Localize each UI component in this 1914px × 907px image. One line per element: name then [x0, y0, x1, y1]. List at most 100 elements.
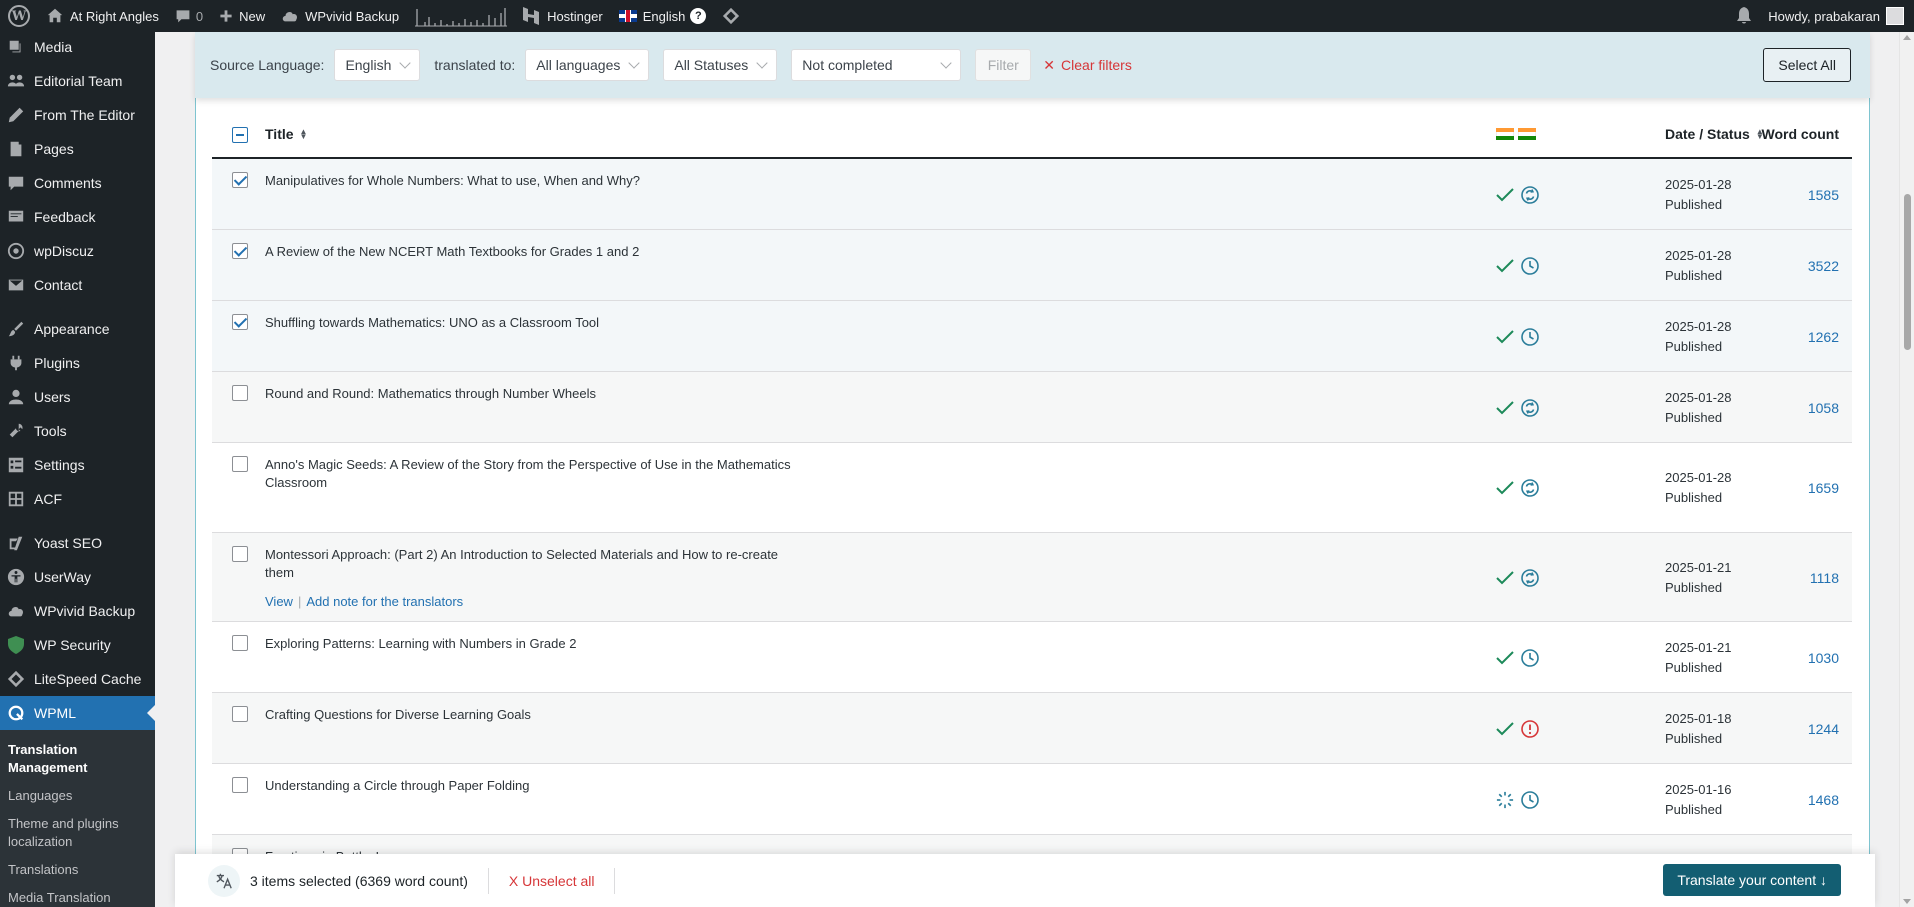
site-name-menu[interactable]: At Right Angles: [38, 0, 167, 32]
needs-update-icon[interactable]: [1520, 568, 1540, 588]
menu-wpml[interactable]: WPML: [0, 696, 155, 730]
submenu-translation-management[interactable]: Translation Management: [0, 736, 155, 782]
word-count[interactable]: 1118: [1810, 570, 1839, 586]
menu-plugins[interactable]: Plugins: [0, 346, 155, 380]
submenu-theme-plugins-localization[interactable]: Theme and plugins localization: [0, 810, 155, 856]
hostinger-menu[interactable]: Hostinger: [515, 0, 611, 32]
filter-button[interactable]: Filter: [975, 49, 1032, 81]
row-checkbox[interactable]: [232, 456, 248, 472]
needs-update-icon[interactable]: [1520, 478, 1540, 498]
chevron-down-icon: [399, 57, 412, 69]
title-column-header[interactable]: Title ▲ ▼: [265, 126, 307, 142]
menu-editorial-team[interactable]: Editorial Team: [0, 64, 155, 98]
word-count[interactable]: 1030: [1808, 650, 1839, 666]
menu-yoast-seo[interactable]: Yoast SEO: [0, 526, 155, 560]
menu-feedback[interactable]: Feedback: [0, 200, 155, 234]
submenu-languages[interactable]: Languages: [0, 782, 155, 810]
row-checkbox[interactable]: [232, 172, 248, 188]
page-scrollbar[interactable]: [1899, 32, 1914, 907]
word-count[interactable]: 1262: [1808, 329, 1839, 345]
stats-sparkline[interactable]: [407, 0, 515, 32]
menu-wpvivid-backup[interactable]: WPvivid Backup: [0, 594, 155, 628]
status-select[interactable]: All Statuses: [663, 49, 778, 81]
row-checkbox[interactable]: [232, 243, 248, 259]
row-checkbox[interactable]: [232, 385, 248, 401]
menu-litespeed-cache[interactable]: LiteSpeed Cache: [0, 662, 155, 696]
help-icon[interactable]: ?: [690, 8, 707, 24]
site-name: At Right Angles: [70, 8, 159, 24]
scroll-up-arrow-icon[interactable]: [1903, 35, 1911, 40]
diamond-menu[interactable]: [714, 0, 748, 32]
submenu-media-translation[interactable]: Media Translation: [0, 884, 155, 907]
comments-menu[interactable]: 0: [167, 0, 211, 32]
row-checkbox[interactable]: [232, 546, 248, 562]
menu-tools[interactable]: Tools: [0, 414, 155, 448]
needs-update-icon[interactable]: [1520, 398, 1540, 418]
admin-bar: W At Right Angles 0 New WPvivid Backup H…: [0, 0, 1914, 32]
row-checkbox[interactable]: [232, 777, 248, 793]
word-count[interactable]: 1585: [1808, 187, 1839, 203]
menu-comments[interactable]: Comments: [0, 166, 155, 200]
table-row[interactable]: Anno's Magic Seeds: A Review of the Stor…: [212, 443, 1852, 533]
menu-acf[interactable]: ACF: [0, 482, 155, 516]
table-row[interactable]: Crafting Questions for Diverse Learning …: [212, 693, 1852, 764]
word-count[interactable]: 1468: [1808, 792, 1839, 808]
wp-logo-menu[interactable]: W: [0, 0, 38, 32]
row-checkbox[interactable]: [232, 706, 248, 722]
language-switcher[interactable]: English ?: [611, 0, 715, 32]
menu-settings[interactable]: Settings: [0, 448, 155, 482]
scroll-thumb[interactable]: [1904, 194, 1911, 350]
pen-icon: [6, 105, 26, 125]
divider: [487, 867, 489, 894]
new-content-menu[interactable]: New: [211, 0, 273, 32]
account-menu[interactable]: Howdy, prabakaran: [1760, 0, 1914, 32]
table-header: Title ▲ ▼ Date / Status ▲ ▼ Word count: [212, 111, 1852, 159]
menu-users[interactable]: Users: [0, 380, 155, 414]
scroll-down-arrow-icon[interactable]: [1903, 899, 1911, 904]
needs-update-icon[interactable]: [1520, 185, 1540, 205]
menu-contact[interactable]: Contact: [0, 268, 155, 302]
view-link[interactable]: View: [265, 594, 293, 609]
table-row[interactable]: Shuffling towards Mathematics: UNO as a …: [212, 301, 1852, 372]
menu-wpdiscuz[interactable]: wpDiscuz: [0, 234, 155, 268]
completion-select[interactable]: Not completed: [791, 49, 962, 81]
notifications-menu[interactable]: [1728, 0, 1760, 32]
menu-from-the-editor[interactable]: From The Editor: [0, 98, 155, 132]
menu-userway[interactable]: UserWay: [0, 560, 155, 594]
table-row[interactable]: Round and Round: Mathematics through Num…: [212, 372, 1852, 443]
row-checkbox[interactable]: [232, 314, 248, 330]
table-row[interactable]: Manipulatives for Whole Numbers: What to…: [212, 159, 1852, 230]
wordpress-logo-icon: W: [8, 5, 30, 27]
menu-wp-security[interactable]: WP Security: [0, 628, 155, 662]
menu-media[interactable]: Media: [0, 32, 155, 64]
alert-icon[interactable]: [1520, 719, 1540, 739]
table-row[interactable]: Understanding a Circle through Paper Fol…: [212, 764, 1852, 835]
translate-content-button[interactable]: Translate your content ↓: [1663, 864, 1841, 896]
clear-filters-link[interactable]: ✕ Clear filters: [1043, 57, 1132, 74]
menu-pages[interactable]: Pages: [0, 132, 155, 166]
publish-date: 2025-01-21: [1665, 639, 1732, 655]
select-all-button[interactable]: Select All: [1763, 48, 1851, 82]
clock-icon[interactable]: [1520, 327, 1540, 347]
date-status-column-header[interactable]: Date / Status ▲ ▼: [1665, 126, 1764, 142]
unselect-all-link[interactable]: X Unselect all: [509, 873, 595, 889]
select-all-checkbox[interactable]: [232, 127, 248, 143]
target-language-select[interactable]: All languages: [525, 49, 650, 81]
word-count[interactable]: 3522: [1808, 258, 1839, 274]
word-count[interactable]: 1244: [1808, 721, 1839, 737]
clock-icon[interactable]: [1520, 790, 1540, 810]
table-row[interactable]: Montessori Approach: (Part 2) An Introdu…: [212, 533, 1852, 622]
table-row[interactable]: Exploring Patterns: Learning with Number…: [212, 622, 1852, 693]
clock-icon[interactable]: [1520, 648, 1540, 668]
wpvivid-backup-menu[interactable]: WPvivid Backup: [273, 0, 407, 32]
table-row[interactable]: A Review of the New NCERT Math Textbooks…: [212, 230, 1852, 301]
word-count[interactable]: 1659: [1808, 480, 1839, 496]
menu-appearance[interactable]: Appearance: [0, 312, 155, 346]
row-checkbox[interactable]: [232, 635, 248, 651]
clock-icon[interactable]: [1520, 256, 1540, 276]
date-status: 2025-01-28 Published: [1665, 246, 1732, 286]
add-note-link[interactable]: Add note for the translators: [306, 594, 463, 609]
submenu-translations[interactable]: Translations: [0, 856, 155, 884]
word-count[interactable]: 1058: [1808, 400, 1839, 416]
source-language-select[interactable]: English: [334, 49, 421, 81]
